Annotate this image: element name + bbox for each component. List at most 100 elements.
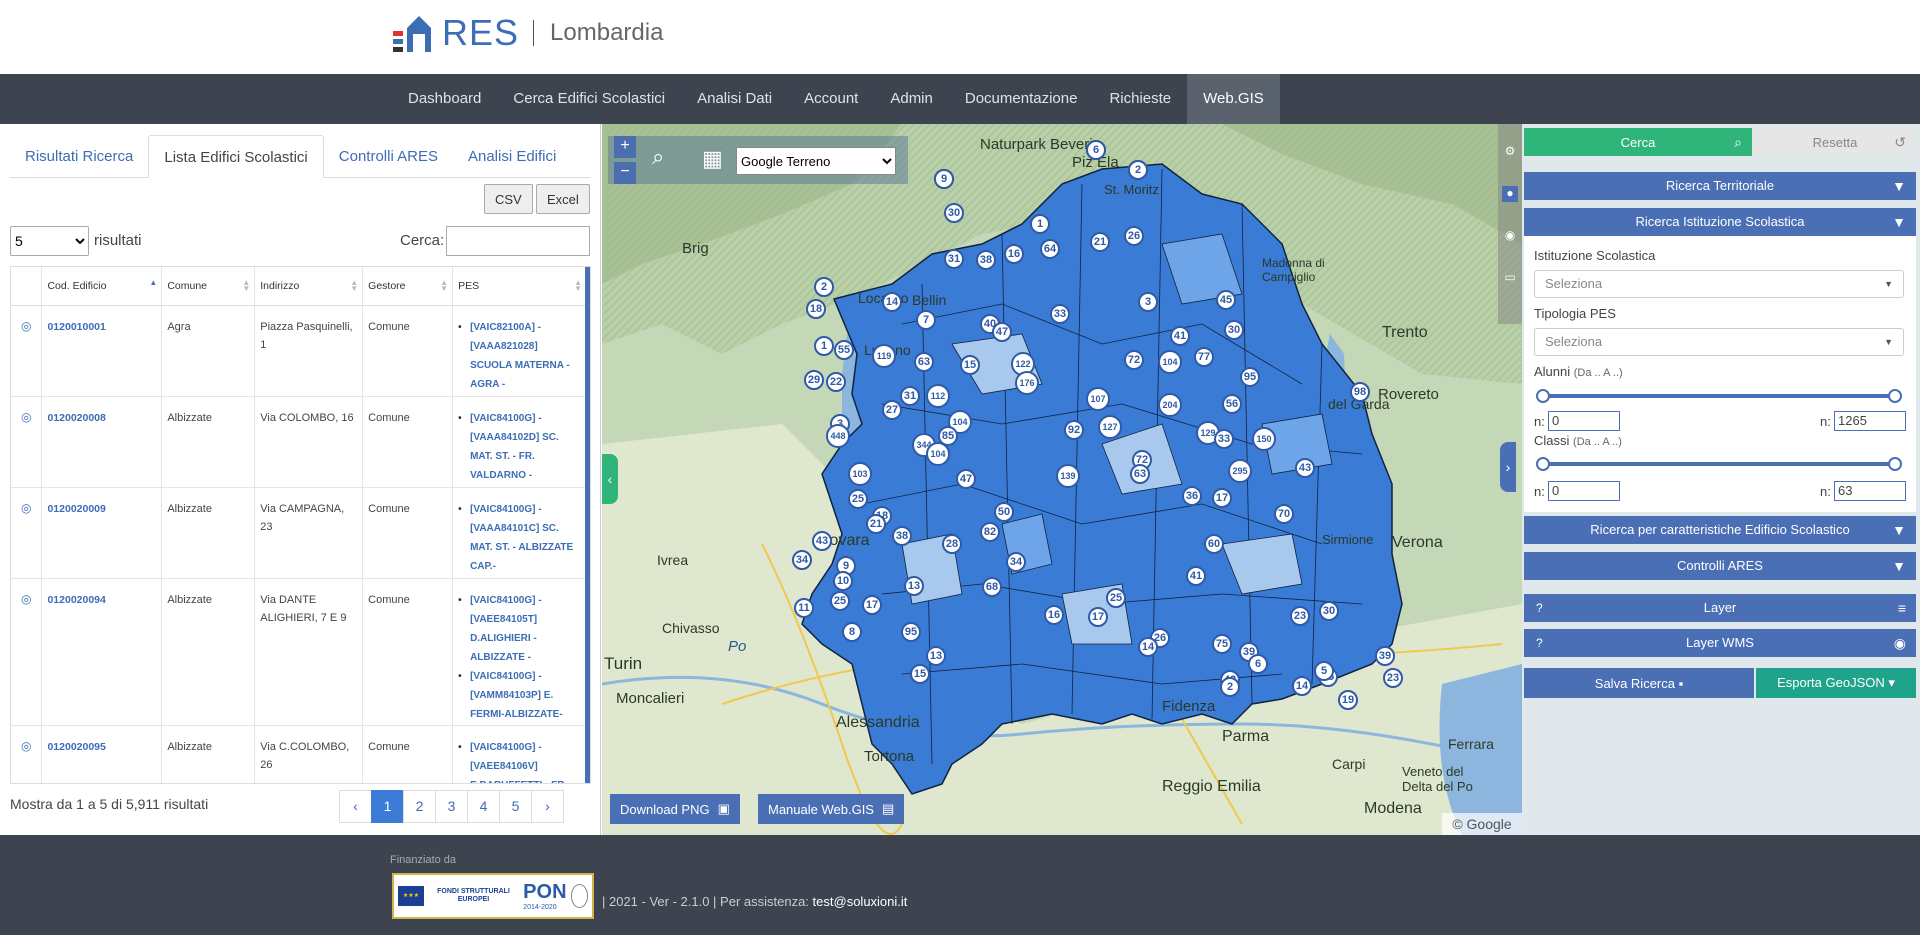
map-cluster-marker[interactable]: 15: [960, 355, 980, 375]
locate-icon[interactable]: ◎: [11, 305, 43, 397]
map-cluster-marker[interactable]: 2: [1220, 677, 1240, 697]
pager-page-5[interactable]: 5: [499, 790, 532, 823]
nav-account[interactable]: Account: [788, 74, 874, 124]
map-cluster-marker[interactable]: 112: [926, 384, 950, 408]
map-cluster-marker[interactable]: 38: [976, 250, 996, 270]
zoom-extent-icon[interactable]: ⌕: [652, 144, 664, 170]
map-cluster-marker[interactable]: 30: [1319, 601, 1339, 621]
map-cluster-marker[interactable]: 92: [1064, 420, 1084, 440]
map-cluster-marker[interactable]: 2: [814, 277, 834, 297]
col-indirizzo[interactable]: Indirizzo ▲ ▼: [254, 267, 364, 306]
map-cluster-marker[interactable]: 25: [830, 591, 850, 611]
csv-button[interactable]: CSV: [484, 184, 533, 214]
map-cluster-marker[interactable]: 7: [916, 310, 936, 330]
nav-richieste[interactable]: Richieste: [1093, 74, 1187, 124]
map-cluster-marker[interactable]: 107: [1086, 387, 1110, 411]
map-cluster-marker[interactable]: 45: [1216, 290, 1236, 310]
map-cluster-marker[interactable]: 23: [1290, 606, 1310, 626]
pes-link[interactable]: [VAIC84100G] - [VAEE84106V] E.BARUFFETTI…: [458, 738, 581, 784]
base-layer-select[interactable]: Google Terreno: [736, 147, 896, 175]
alunni-slider[interactable]: [1544, 394, 1894, 398]
nav-analisi-dati[interactable]: Analisi Dati: [681, 74, 788, 124]
map-cluster-marker[interactable]: 41: [1170, 326, 1190, 346]
locate-icon[interactable]: ◎: [11, 396, 43, 488]
map-cluster-marker[interactable]: 34: [792, 550, 812, 570]
map-cluster-marker[interactable]: 448: [826, 424, 850, 448]
pager-page-2[interactable]: 2: [403, 790, 436, 823]
map-cluster-marker[interactable]: 98: [1350, 382, 1370, 402]
alunni-min-input[interactable]: 0: [1548, 411, 1620, 431]
map-cluster-marker[interactable]: 103: [848, 462, 872, 486]
map-cluster-marker[interactable]: 204: [1158, 393, 1182, 417]
map-cluster-marker[interactable]: 5: [1314, 661, 1334, 681]
map-cluster-marker[interactable]: 15: [910, 664, 930, 684]
map-cluster-marker[interactable]: 295: [1228, 459, 1252, 483]
classi-max-handle[interactable]: [1888, 457, 1902, 471]
pes-link[interactable]: [VAIC84100G] - [VAAA84102D] SC. MAT. ST.…: [458, 409, 581, 485]
cell-code[interactable]: 0120020009: [41, 487, 163, 579]
map-view[interactable]: Naturpark Beverin Piz Ela St. Moritz Bri…: [602, 124, 1522, 835]
map-cluster-marker[interactable]: 82: [980, 522, 1000, 542]
ricerca-caratteristiche-bar[interactable]: Ricerca per caratteristiche Edificio Sco…: [1524, 516, 1916, 544]
pes-link[interactable]: [VAIC84100G] - [VAEE84105T] D.ALIGHIERI …: [458, 591, 581, 667]
map-cluster-marker[interactable]: 47: [992, 322, 1012, 342]
map-cluster-marker[interactable]: 64: [1040, 239, 1060, 259]
map-cluster-marker[interactable]: 25: [848, 489, 868, 509]
controlli-ares-bar[interactable]: Controlli ARES ▼: [1524, 552, 1916, 580]
nav-webgis[interactable]: Web.GIS: [1187, 74, 1280, 124]
pes-link[interactable]: [VAIC84100G] - [VAAA84101C] SC. MAT. ST.…: [458, 500, 581, 576]
map-cluster-marker[interactable]: 21: [1090, 232, 1110, 252]
map-cluster-marker[interactable]: 139: [1056, 464, 1080, 488]
tab-analisi-edifici[interactable]: Analisi Edifici: [453, 135, 571, 178]
layer-bar[interactable]: ? Layer ≡: [1524, 594, 1916, 622]
manual-button[interactable]: Manuale Web.GIS ▤: [758, 794, 905, 824]
map-cluster-marker[interactable]: 30: [1224, 320, 1244, 340]
map-cluster-marker[interactable]: 43: [1295, 458, 1315, 478]
classi-min-input[interactable]: 0: [1548, 481, 1620, 501]
zoom-in-button[interactable]: +: [614, 136, 636, 158]
map-cluster-marker[interactable]: 6: [1086, 140, 1106, 160]
map-cluster-marker[interactable]: 39: [1375, 646, 1395, 666]
nav-documentazione[interactable]: Documentazione: [949, 74, 1094, 124]
col-cod-edificio[interactable]: Cod. Edificio ▲: [41, 267, 163, 306]
cell-code[interactable]: 0120020094: [41, 578, 163, 726]
cell-code[interactable]: 0120020095: [41, 725, 163, 783]
ricerca-istituzione-bar[interactable]: Ricerca Istituzione Scolastica ▼: [1524, 208, 1916, 236]
map-cluster-marker[interactable]: 33: [1050, 304, 1070, 324]
map-cluster-marker[interactable]: 47: [956, 469, 976, 489]
map-cluster-marker[interactable]: 16: [1044, 605, 1064, 625]
locate-icon[interactable]: ◎: [11, 487, 43, 579]
layer-wms-bar[interactable]: ? Layer WMS ◉: [1524, 629, 1916, 657]
cell-code[interactable]: 0120020008: [41, 396, 163, 488]
map-cluster-marker[interactable]: 77: [1194, 347, 1214, 367]
map-cluster-marker[interactable]: 28: [942, 534, 962, 554]
pes-link[interactable]: [VAIC82100A] - [VAAA821028] SCUOLA MATER…: [458, 318, 581, 394]
map-cluster-marker[interactable]: 72: [1124, 350, 1144, 370]
col-comune[interactable]: Comune ▲ ▼: [161, 267, 256, 306]
map-cluster-marker[interactable]: 119: [872, 344, 896, 368]
map-cluster-marker[interactable]: 41: [1186, 566, 1206, 586]
app-logo[interactable]: RES Lombardia: [393, 14, 663, 52]
user-icon[interactable]: ●: [1502, 186, 1518, 202]
map-cluster-marker[interactable]: 56: [1222, 394, 1242, 414]
istituzione-select[interactable]: Seleziona ▼: [1534, 270, 1904, 298]
map-cluster-marker[interactable]: 36: [1182, 486, 1202, 506]
map-cluster-marker[interactable]: 43: [812, 531, 832, 551]
help-icon[interactable]: ?: [1536, 594, 1543, 622]
classi-min-handle[interactable]: [1536, 457, 1550, 471]
collapse-right-tab[interactable]: ›: [1500, 442, 1516, 492]
map-cluster-marker[interactable]: 17: [862, 595, 882, 615]
table-search-input[interactable]: [446, 226, 590, 256]
nav-cerca-edifici[interactable]: Cerca Edifici Scolastici: [497, 74, 681, 124]
map-cluster-marker[interactable]: 55: [834, 340, 854, 360]
map-cluster-marker[interactable]: 13: [904, 576, 924, 596]
map-cluster-marker[interactable]: 176: [1015, 371, 1039, 395]
map-cluster-marker[interactable]: 14: [1138, 637, 1158, 657]
help-icon[interactable]: ?: [1536, 629, 1543, 657]
map-cluster-marker[interactable]: 29: [804, 370, 824, 390]
map-cluster-marker[interactable]: 10: [833, 571, 853, 591]
cell-code[interactable]: 0120010001: [41, 305, 163, 397]
map-cluster-marker[interactable]: 17: [1088, 607, 1108, 627]
resetta-button[interactable]: Resetta ↺: [1754, 128, 1916, 156]
map-cluster-marker[interactable]: 127: [1098, 415, 1122, 439]
